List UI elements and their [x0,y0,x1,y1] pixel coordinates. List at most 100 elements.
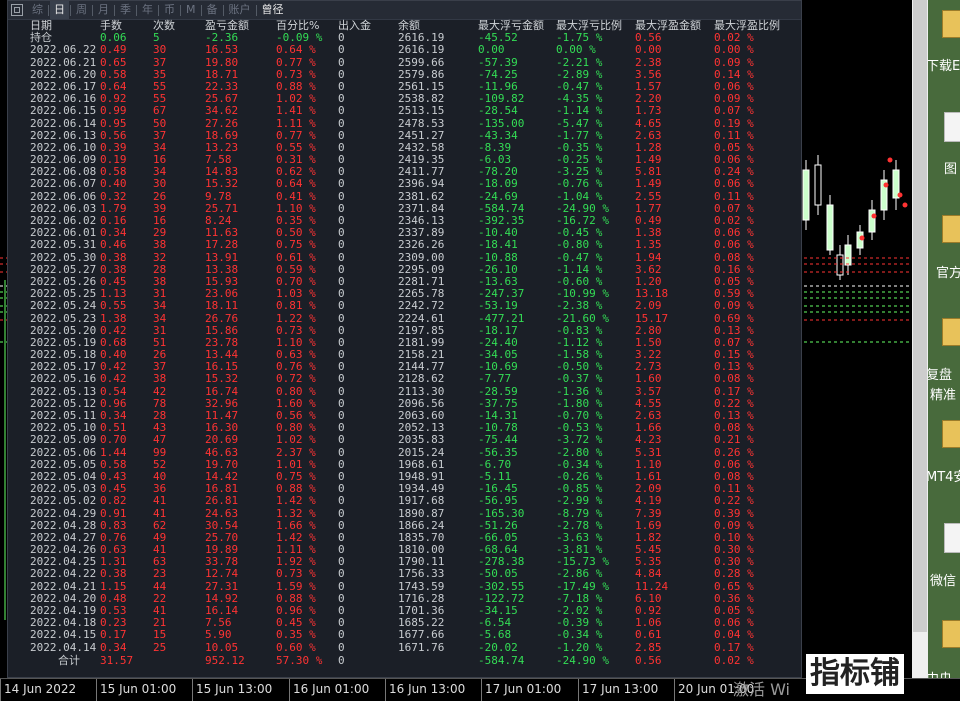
cell-flow: 0 [338,567,345,581]
tab-currency[interactable]: 币 [160,1,179,19]
table-row[interactable]: 2022.06.22 0.49 30 16.53 0.64 % 0 2616.19 0.00 0… [8,44,801,56]
axis-tick [289,679,290,701]
desktop-label[interactable]: 精准 [930,384,956,403]
cell-count: 32 [153,250,167,264]
tab-monthly[interactable]: 月 [94,1,113,19]
cell-maxloss: -56.35 [478,445,518,459]
folder-icon[interactable] [942,420,960,448]
cell-maxloss-pct: -1.14 % [556,104,603,118]
window-icon[interactable] [11,4,23,16]
cell-lots: 0.38 [100,250,127,264]
document-icon[interactable] [944,112,960,142]
total-maxloss: -584.74 [478,653,525,667]
tab-m[interactable]: M [182,1,200,19]
cell-date: 2022.04.15 [30,628,97,642]
total-flow: 0 [338,653,345,667]
cell-maxloss-pct: -2.80 % [556,445,603,459]
cell-maxloss: -56.95 [478,494,518,508]
document-icon[interactable] [944,523,960,553]
table-row[interactable]: 2022.05.30 0.38 32 13.91 0.61 % 0 2309.00 -10.8… [8,250,801,264]
cell-maxloss: -75.44 [478,433,518,447]
cell-balance: 2224.61 [398,311,445,325]
cell-pct: 0.61 % [276,250,316,264]
tab-notes[interactable]: 备 [203,1,222,19]
tab-quarterly[interactable]: 季 [116,1,135,19]
table-row[interactable]: 2022.06.07 0.40 30 15.32 0.64 % 0 2396.94 -18.0… [8,178,801,190]
cell-pnl: 46.63 [205,445,239,459]
cell-lots: 0.65 [100,55,127,69]
cell-flow: 0 [338,494,345,508]
tab-daily[interactable]: 日 [50,1,69,19]
cell-maxloss-pct: -2.86 % [556,567,603,581]
cell-maxloss-pct: -0.80 % [556,238,603,252]
table-row[interactable]: 2022.04.22 0.38 23 12.74 0.73 % 0 1756.33 -50.0… [8,568,801,580]
cell-lots: 1.38 [100,311,127,325]
table-row[interactable]: 2022.06.06 0.32 26 9.78 0.41 % 0 2381.62 -24.69… [8,189,801,203]
cell-maxwin: 0.61 [635,628,662,642]
table-row[interactable]: 2022.04.14 0.34 25 10.05 0.60 % 0 1671.76 -20.0… [8,640,801,654]
table-row[interactable]: 2022.06.21 0.65 37 19.80 0.77 % 0 2599.66 -57.3… [8,55,801,69]
desktop-label[interactable]: 图 [944,158,957,177]
cell-date: 2022.05.31 [30,238,97,252]
cell-pct: 0.77 % [276,55,316,69]
desktop-label[interactable]: 下载EA [928,55,960,74]
desktop-label[interactable]: 官方 [936,262,960,281]
cell-balance: 1743.59 [398,579,445,593]
total-maxloss-pct: -24.90 % [556,653,609,667]
folder-icon[interactable] [942,215,960,243]
cell-lots: 1.44 [100,445,127,459]
cell-count: 47 [153,433,167,447]
cell-date: 2022.05.06 [30,445,97,459]
tab-summary[interactable]: 综 [28,1,47,19]
desktop-label[interactable]: 微信 [930,570,956,589]
cell-pct: 1.59 % [276,579,316,593]
cell-maxwin: 4.19 [635,494,662,508]
tab-weekly[interactable]: 周 [72,1,91,19]
cell-maxwin: 1.94 [635,250,662,264]
total-label: 合计 [58,653,80,667]
cell-maxloss: -7.77 [478,372,512,386]
tab-path[interactable]: 曾径 [258,1,288,19]
scroll-thumb[interactable] [913,0,927,632]
table-row[interactable]: 2022.05.09 0.70 47 20.69 1.02 % 0 2035.83 -75.4… [8,434,801,446]
cell-pnl: 27.31 [205,579,239,593]
cell-date: 2022.04.14 [30,640,97,654]
table-row[interactable]: 2022.05.16 0.42 38 15.32 0.72 % 0 2128.62 -7.77… [8,373,801,385]
cell-maxloss-pct: -1.04 % [556,189,603,203]
cell-maxloss-pct: -2.38 % [556,299,603,313]
desktop-label[interactable]: 复盘 [928,364,952,383]
cell-maxwin: 4.65 [635,116,662,130]
table-row[interactable]: 2022.05.13 0.54 42 16.74 0.80 % 0 2113.30 -28.5… [8,384,801,398]
cell-maxwin-pct: 0.07 % [714,104,754,118]
folder-icon[interactable] [942,10,960,38]
cell-pct: 0.64 % [276,43,316,57]
table-row[interactable]: 2022.05.24 0.55 34 18.11 0.81 % 0 2242.72 -53.1… [8,300,801,312]
table-row[interactable]: 2022.05.02 0.82 41 26.81 1.42 % 0 1917.68 -56.9… [8,495,801,507]
total-maxwin: 0.56 [635,653,662,667]
table-row[interactable]: 2022.04.29 0.91 41 24.63 1.32 % 0 1890.87 -165.… [8,506,801,520]
cell-lots: 0.54 [100,384,127,398]
cell-maxwin: 0.00 [635,43,662,57]
cell-flow: 0 [338,579,345,593]
table-row[interactable]: 2022.05.23 1.38 34 26.76 1.22 % 0 2224.61 -477.… [8,311,801,325]
table-row[interactable]: 2022.06.14 0.95 50 27.26 1.11 % 0 2478.53 -135.… [8,116,801,130]
folder-icon[interactable] [942,318,960,346]
axis-tick-label: 17 Jun 13:00 [582,682,659,696]
cell-balance: 2381.62 [398,189,445,203]
cell-flow: 0 [338,372,345,386]
cell-pct: 0.81 % [276,299,316,313]
table-row[interactable]: 2022.06.15 0.99 67 34.62 1.41 % 0 2513.15 -28.5… [8,105,801,117]
desktop-label[interactable]: MT4安 [928,466,960,485]
tab-account[interactable]: 账户 [225,1,255,19]
table-row[interactable]: 2022.05.06 1.44 99 46.63 2.37 % 0 2015.24 -56.3… [8,445,801,459]
cell-maxwin: 7.39 [635,506,662,520]
cell-maxwin-pct: 0.09 % [714,55,754,69]
cell-maxwin: 2.09 [635,299,662,313]
cell-date: 2022.06.15 [30,104,97,118]
table-row[interactable]: 2022.04.21 1.15 44 27.31 1.59 % 0 1743.59 -302.… [8,579,801,593]
table-row[interactable]: 2022.05.31 0.46 38 17.28 0.75 % 0 2326.26 -18.4… [8,239,801,251]
folder-icon[interactable] [942,620,960,648]
table-row[interactable]: 2022.04.15 0.17 15 5.90 0.35 % 0 1677.66 -5.68 -… [8,629,801,641]
axis-tick-label: 16 Jun 13:00 [389,682,466,696]
tab-yearly[interactable]: 年 [138,1,157,19]
